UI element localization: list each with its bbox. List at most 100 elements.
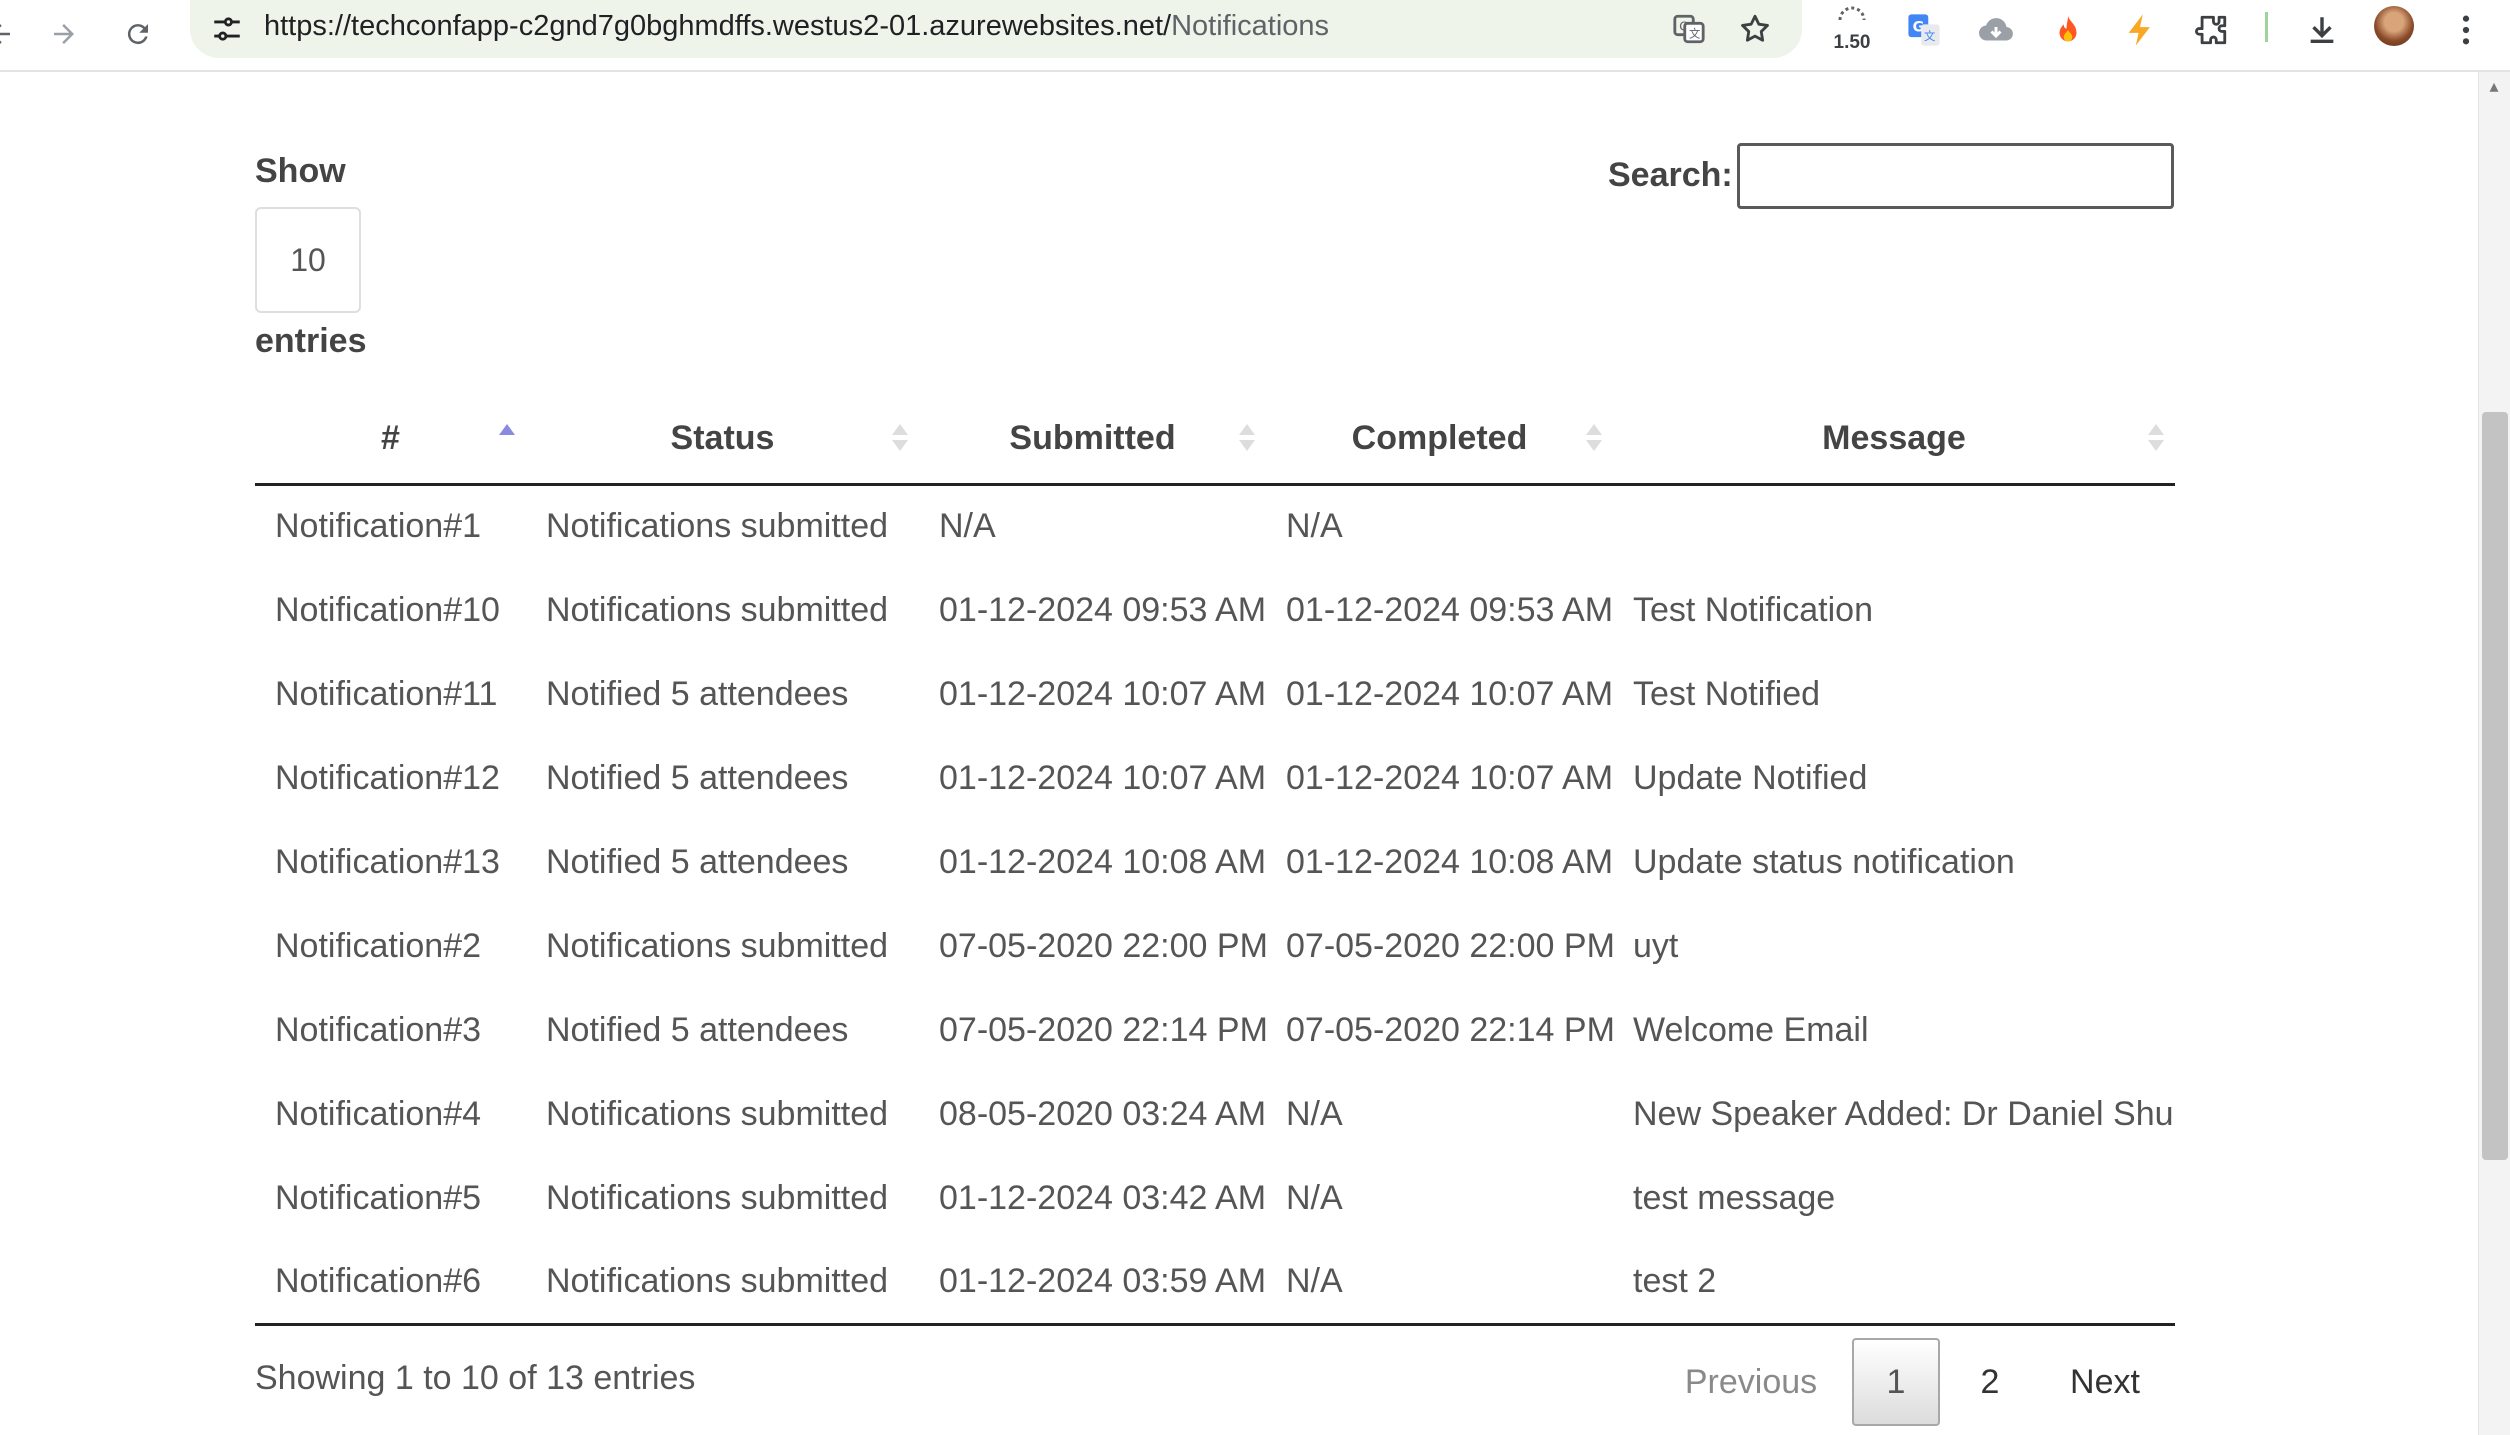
cell-status: Notifications submitted	[546, 1094, 889, 1133]
notifications-table: # Status Submitted Completed Message Not…	[255, 402, 2175, 1326]
cell-submitted: 01-12-2024 10:08 AM	[939, 842, 1266, 881]
url-text[interactable]: https://techconfapp-c2gnd7g0bghmdffs.wes…	[264, 10, 1329, 43]
cell-id: Notification#3	[275, 1010, 482, 1049]
page-scrollbar-thumb[interactable]	[2482, 412, 2508, 1160]
address-bar[interactable]: https://techconfapp-c2gnd7g0bghmdffs.wes…	[190, 0, 1802, 58]
profile-avatar[interactable]	[2374, 6, 2414, 46]
cell-status: Notifications submitted	[546, 926, 889, 965]
forward-arrow-icon[interactable]	[36, 6, 92, 62]
cell-message: Update status notification	[1633, 842, 2015, 881]
lightning-extension-icon[interactable]	[2116, 6, 2164, 54]
cell-completed: N/A	[1286, 507, 1343, 546]
table-row: Notification#6 Notifications submitted 0…	[255, 1240, 2175, 1326]
url-path: Notifications	[1171, 10, 1330, 42]
cell-completed: 01-12-2024 10:07 AM	[1286, 674, 1613, 713]
translate-icon[interactable]: G文	[1668, 8, 1710, 50]
cloud-download-icon[interactable]	[1972, 6, 2020, 54]
cell-message: test message	[1633, 1178, 1836, 1217]
cell-message: Update Notified	[1633, 758, 1868, 797]
sort-icon	[889, 420, 909, 460]
cell-submitted: 07-05-2020 22:14 PM	[939, 1010, 1266, 1049]
next-page-button[interactable]: Next	[2040, 1338, 2170, 1426]
bookmark-star-icon[interactable]	[1734, 8, 1776, 50]
cell-submitted: 01-12-2024 09:53 AM	[939, 590, 1266, 629]
column-header-completed[interactable]: Completed	[1266, 402, 1613, 486]
previous-page-button[interactable]: Previous	[1672, 1338, 1830, 1426]
svg-text:文: 文	[1924, 29, 1935, 43]
menu-dots-icon[interactable]	[2442, 6, 2490, 54]
cell-message: uyt	[1633, 926, 1679, 965]
cell-message: New Speaker Added: Dr Daniel Shu	[1633, 1094, 2174, 1133]
page-length-select[interactable]: 10	[255, 207, 361, 313]
cell-id: Notification#2	[275, 926, 482, 965]
cell-id: Notification#10	[275, 590, 500, 629]
downloads-icon[interactable]	[2298, 6, 2346, 54]
column-header-label: Status	[670, 418, 775, 457]
cell-completed: 01-12-2024 10:08 AM	[1286, 842, 1613, 881]
zoom-level: 1.50	[1833, 32, 1871, 53]
cell-submitted: 01-12-2024 10:07 AM	[939, 674, 1266, 713]
sort-icon	[1583, 420, 1603, 460]
cell-status: Notified 5 attendees	[546, 1010, 849, 1049]
site-settings-icon[interactable]	[210, 12, 244, 46]
sort-icon	[2145, 420, 2165, 460]
scroll-up-arrow-icon[interactable]: ▴	[2482, 74, 2506, 98]
zoom-icon[interactable]: 1.50	[1828, 6, 1876, 54]
cell-completed: 01-12-2024 09:53 AM	[1286, 590, 1613, 629]
cell-id: Notification#5	[275, 1178, 482, 1217]
cell-id: Notification#1	[275, 507, 482, 546]
cell-status: Notifications submitted	[546, 507, 889, 546]
column-header-label: #	[381, 418, 400, 457]
search-label: Search:	[1608, 156, 1733, 194]
cell-status: Notified 5 attendees	[546, 758, 849, 797]
page-2-button[interactable]: 2	[1952, 1338, 2028, 1426]
table-row: Notification#3 Notified 5 attendees 07-0…	[255, 988, 2175, 1072]
cell-status: Notified 5 attendees	[546, 842, 849, 881]
cell-message: Welcome Email	[1633, 1010, 1869, 1049]
browser-toolbar: https://techconfapp-c2gnd7g0bghmdffs.wes…	[0, 0, 2510, 72]
google-translate-icon[interactable]: G文	[1900, 6, 1948, 54]
table-row: Notification#10 Notifications submitted …	[255, 568, 2175, 652]
cell-id: Notification#11	[275, 674, 498, 713]
cell-submitted: 01-12-2024 03:42 AM	[939, 1178, 1266, 1217]
table-row: Notification#11 Notified 5 attendees 01-…	[255, 652, 2175, 736]
cell-id: Notification#6	[255, 1240, 526, 1326]
fire-extension-icon[interactable]	[2044, 6, 2092, 54]
cell-message: Test Notified	[1633, 674, 1821, 713]
cell-submitted: 01-12-2024 10:07 AM	[939, 758, 1266, 797]
extensions-puzzle-icon[interactable]	[2188, 6, 2236, 54]
cell-submitted: 07-05-2020 22:00 PM	[939, 926, 1266, 965]
cell-status: Notified 5 attendees	[546, 674, 849, 713]
column-header-submitted[interactable]: Submitted	[919, 402, 1266, 486]
cell-id: Notification#13	[275, 842, 500, 881]
table-info-text: Showing 1 to 10 of 13 entries	[255, 1359, 696, 1397]
entries-label: entries	[255, 322, 367, 360]
column-header-label: Message	[1822, 418, 1966, 457]
table-row: Notification#2 Notifications submitted 0…	[255, 904, 2175, 988]
back-arrow-icon[interactable]	[0, 6, 28, 62]
url-host: https://techconfapp-c2gnd7g0bghmdffs.wes…	[264, 10, 1172, 42]
cell-message: Test Notification	[1633, 590, 1873, 629]
column-header-id[interactable]: #	[255, 402, 526, 486]
reload-icon[interactable]	[110, 6, 166, 62]
cell-status: Notifications submitted	[546, 590, 889, 629]
svg-text:文: 文	[1689, 27, 1700, 41]
cell-message: test 2	[1613, 1240, 2175, 1326]
cell-submitted: 08-05-2020 03:24 AM	[939, 1094, 1266, 1133]
search-input[interactable]	[1737, 143, 2174, 209]
column-header-status[interactable]: Status	[526, 402, 919, 486]
cell-completed: N/A	[1286, 1094, 1343, 1133]
table-header-row: # Status Submitted Completed Message	[255, 402, 2175, 486]
cell-status: Notifications submitted	[546, 1178, 889, 1217]
table-row: Notification#4 Notifications submitted 0…	[255, 1072, 2175, 1156]
table-row: Notification#12 Notified 5 attendees 01-…	[255, 736, 2175, 820]
table-row: Notification#13 Notified 5 attendees 01-…	[255, 820, 2175, 904]
cell-completed: N/A	[1266, 1240, 1613, 1326]
cell-status: Notifications submitted	[526, 1240, 919, 1326]
column-header-label: Completed	[1351, 418, 1528, 457]
page-1-button[interactable]: 1	[1852, 1338, 1940, 1426]
cell-completed: 07-05-2020 22:00 PM	[1286, 926, 1613, 965]
column-header-message[interactable]: Message	[1613, 402, 2175, 486]
cell-submitted: N/A	[939, 507, 996, 546]
cell-message	[1613, 484, 2175, 568]
